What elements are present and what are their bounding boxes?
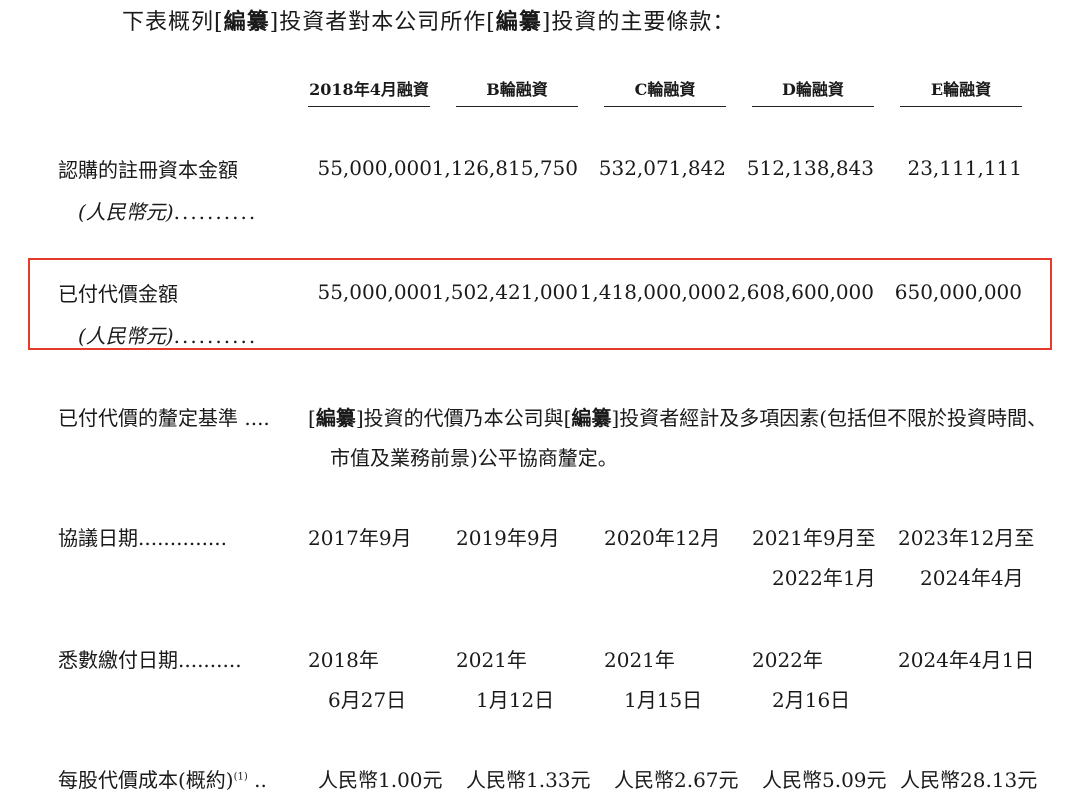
- settlement-day-series-d: 2月16日: [772, 688, 851, 712]
- cost-per-share-series-d: 人民幣5.09元: [762, 768, 887, 792]
- subscribed-value-series-c: 532,071,842: [598, 156, 726, 180]
- paid-value-series-d: 2,608,600,000: [727, 280, 874, 304]
- subscribed-value-series-e: 23,111,111: [907, 156, 1022, 180]
- subscribed-value-series-d: 512,138,843: [746, 156, 874, 180]
- cost-per-share-series-b: 人民幣1.33元: [466, 768, 591, 792]
- row-label-basis-of-consideration: 已付代價的釐定基準 ....: [58, 406, 270, 430]
- settlement-day-april-2018: 6月27日: [328, 688, 407, 712]
- redacted-term: 編纂: [315, 406, 356, 430]
- settlement-year-series-c: 2021年: [604, 648, 675, 672]
- column-header-series-d: D輪融資: [752, 78, 874, 107]
- column-header-series-e: E輪融資: [900, 78, 1022, 107]
- row-sublabel-rmb: (人民幣元)..........: [78, 200, 258, 224]
- row-label-subscribed-capital: 認購的註冊資本金額: [58, 158, 238, 182]
- settlement-year-series-d: 2022年: [752, 648, 823, 672]
- row-label-cost-per-share: 每股代價成本(概約)(1) ..: [58, 768, 267, 792]
- redacted-term: 編纂: [571, 406, 612, 430]
- paid-value-series-b: 1,502,421,000: [431, 280, 578, 304]
- column-header-april-2018: 2018年4月融資: [308, 78, 430, 107]
- agreement-date-series-c: 2020年12月: [604, 526, 721, 550]
- settlement-year-series-b: 2021年: [456, 648, 527, 672]
- column-header-series-b: B輪融資: [456, 78, 578, 107]
- subscribed-value-april-2018: 55,000,000: [317, 156, 432, 180]
- agreement-date-series-b: 2019年9月: [456, 526, 560, 550]
- settlement-date-series-e: 2024年4月1日: [898, 648, 1035, 672]
- row-label-settlement-date: 悉數繳付日期..........: [58, 648, 242, 672]
- settlement-year-april-2018: 2018年: [308, 648, 379, 672]
- agreement-date-april-2018: 2017年9月: [308, 526, 412, 550]
- paid-value-series-c: 1,418,000,000: [579, 280, 726, 304]
- cost-per-share-april-2018: 人民幣1.00元: [318, 768, 443, 792]
- row-sublabel-rmb: (人民幣元)..........: [78, 324, 258, 348]
- intro-sentence: 下表概列[編纂]投資者對本公司所作[編纂]投資的主要條款：: [122, 9, 736, 35]
- cost-per-share-series-c: 人民幣2.67元: [614, 768, 739, 792]
- redacted-term: 編纂: [223, 9, 270, 35]
- agreement-date-series-e-start: 2023年12月至: [898, 526, 1035, 550]
- subscribed-value-series-b: 1,126,815,750: [431, 156, 578, 180]
- column-header-series-c: C輪融資: [604, 78, 726, 107]
- basis-description-line-1: [編纂]投資的代價乃本公司與[編纂]投資者經計及多項因素(包括但不限於投資時間、: [308, 406, 1048, 430]
- agreement-date-series-d-end: 2022年1月: [772, 566, 876, 590]
- row-label-consideration-paid: 已付代價金額: [58, 282, 178, 306]
- agreement-date-series-e-end: 2024年4月: [920, 566, 1024, 590]
- footnote-marker: (1): [233, 771, 248, 783]
- paid-value-april-2018: 55,000,000: [317, 280, 432, 304]
- settlement-day-series-b: 1月12日: [476, 688, 555, 712]
- agreement-date-series-d-start: 2021年9月至: [752, 526, 876, 550]
- basis-description-line-2: 市值及業務前景)公平協商釐定。: [330, 446, 618, 470]
- cost-per-share-series-e: 人民幣28.13元: [900, 768, 1038, 792]
- redacted-term: 編纂: [495, 9, 542, 35]
- paid-value-series-e: 650,000,000: [894, 280, 1022, 304]
- row-label-agreement-date: 協議日期..............: [58, 526, 228, 550]
- settlement-day-series-c: 1月15日: [624, 688, 703, 712]
